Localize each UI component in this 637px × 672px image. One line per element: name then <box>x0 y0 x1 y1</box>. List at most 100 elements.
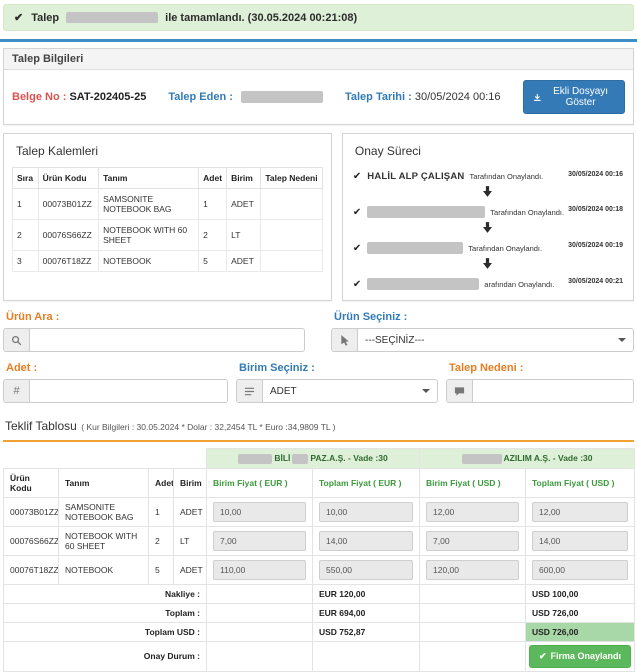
price-input: 7,00 <box>426 531 519 551</box>
talep-kalemleri-title: Talep Kalemleri <box>16 144 319 158</box>
cell-adet: 5 <box>199 251 227 272</box>
price-input: 120,00 <box>426 560 519 580</box>
quantity-icon: # <box>4 380 30 402</box>
cell-adet: 2 <box>149 526 174 555</box>
cell-adet: 5 <box>149 555 174 584</box>
talep-nedeni-input-group <box>446 379 634 403</box>
urun-seciniz-value: ---SEÇİNİZ--- <box>365 335 424 346</box>
talep-eden-label: Talep Eden : <box>168 91 233 103</box>
approval-date: 30/05/2024 00:19 <box>564 242 623 249</box>
birim-seciniz-select[interactable]: ADET <box>263 380 437 402</box>
cell-tanim: NOTEBOOK <box>99 251 199 272</box>
col-talep-nedeni: Talep Nedeni <box>261 168 323 189</box>
approval-step: ✔ HALİL ALP ÇALIŞAN Tarafından Onaylandı… <box>351 167 625 184</box>
col-birim: Birim <box>227 168 261 189</box>
belge-no-field: Belge No : SAT-202405-25 <box>12 91 146 103</box>
teklif-title: Teklif Tablosu <box>5 419 77 433</box>
check-icon: ✔ <box>353 279 361 290</box>
cell-adet: 1 <box>199 189 227 220</box>
col-sira: Sıra <box>13 168 39 189</box>
toplam-usd-eur-col-value: USD 752,87 <box>313 622 420 641</box>
urun-seciniz-label: Ürün Seçiniz : <box>334 311 634 323</box>
alert-text-prefix: Talep <box>31 12 59 24</box>
redacted-vendor-name <box>462 454 502 464</box>
form-row-2: Adet : # Birim Seçiniz : ADET Talep Nede… <box>3 362 634 403</box>
ekli-dosya-button[interactable]: Ekli Dosyayı Göster <box>523 80 625 114</box>
cell-birim: ADET <box>227 251 261 272</box>
talep-kalemleri-panel: Talep Kalemleri Sıra Ürün Kodu Tanım Ade… <box>3 133 332 301</box>
talep-nedeni-field: Talep Nedeni : <box>446 362 634 403</box>
approval-date: 30/05/2024 00:18 <box>564 206 623 213</box>
price-input: 14,00 <box>532 531 628 551</box>
cell-sira: 3 <box>13 251 39 272</box>
col-adet: Adet <box>149 468 174 497</box>
approver-name: HALİL ALP ÇALIŞAN <box>367 171 464 182</box>
adet-input-group: # <box>3 379 228 403</box>
cell-birim: ADET <box>174 555 207 584</box>
redacted-approver-name <box>367 242 463 254</box>
caret-down-icon <box>618 338 626 342</box>
urun-seciniz-field: Ürün Seçiniz : ---SEÇİNİZ--- <box>331 311 634 352</box>
talep-tarihi-field: Talep Tarihi : 30/05/2024 00:16 <box>345 91 501 103</box>
talep-tarihi-label: Talep Tarihi : <box>345 91 412 103</box>
urun-ara-input[interactable] <box>30 329 304 351</box>
col-urun-kodu: Ürün Kodu <box>4 468 59 497</box>
footer-row-toplam: Toplam : EUR 694,00 USD 726,00 <box>4 603 635 622</box>
check-icon: ✔ <box>353 171 361 182</box>
footer-row-toplam-usd: Toplam USD : USD 752,87 USD 726,00 <box>4 622 635 641</box>
adet-input[interactable] <box>30 380 227 402</box>
table-row: 00076S66ZZ NOTEBOOK WITH 60 SHEET 2 LT 7… <box>4 526 635 555</box>
toplam-label: Toplam : <box>4 603 207 622</box>
col-toplam-fiyat-eur: Toplam Fiyat ( EUR ) <box>313 468 420 497</box>
nakliye-label: Nakliye : <box>4 584 207 603</box>
approval-text: Tarafından Onaylandı. <box>469 172 543 181</box>
col-urun-kodu: Ürün Kodu <box>38 168 98 189</box>
check-icon: ✔ <box>14 11 23 24</box>
price-input: 7,00 <box>213 531 306 551</box>
table-row: 00076T18ZZ NOTEBOOK 5 ADET 110,00 550,00… <box>4 555 635 584</box>
cell-talep-nedeni <box>261 189 323 220</box>
talep-bilgileri-title: Talep Bilgileri <box>4 49 633 70</box>
talep-nedeni-input[interactable] <box>473 380 633 402</box>
talep-bilgileri-panel: Talep Bilgileri Belge No : SAT-202405-25… <box>3 48 634 125</box>
cell-tanim: SAMSONITE NOTEBOOK BAG <box>99 189 199 220</box>
price-input: 600,00 <box>532 560 628 580</box>
completion-alert: ✔ Talep ile tamamlandı. (30.05.2024 00:2… <box>3 4 634 31</box>
cell-urun-kodu: 00076S66ZZ <box>4 526 59 555</box>
cell-sira: 1 <box>13 189 39 220</box>
check-icon: ✔ <box>353 243 361 254</box>
price-input: 550,00 <box>319 560 413 580</box>
comment-icon <box>447 380 473 402</box>
belge-no-value: SAT-202405-25 <box>69 91 146 103</box>
col-birim-fiyat-usd: Birim Fiyat ( USD ) <box>420 468 526 497</box>
table-row: 3 00076T18ZZ NOTEBOOK 5 ADET <box>13 251 323 272</box>
urun-ara-input-group <box>3 328 305 352</box>
unit-list-icon <box>237 380 263 402</box>
cell-tanim: NOTEBOOK WITH 60 SHEET <box>99 220 199 251</box>
approval-step: ✔ Tarafından Onaylandı. 30/05/2024 00:18 <box>351 202 625 220</box>
talep-eden-field: Talep Eden : <box>168 91 323 103</box>
adet-field: Adet : # <box>3 362 228 403</box>
kur-bilgileri: ( Kur Bilgileri : 30.05.2024 * Dolar : 3… <box>81 422 335 432</box>
birim-seciniz-field: Birim Seçiniz : ADET <box>236 362 438 403</box>
vendor-1-text-b: PAZ.A.Ş. - Vade :30 <box>310 453 387 463</box>
vendor-header-row: BİLİ PAZ.A.Ş. - Vade :30 AZILIM A.Ş. - Va… <box>4 449 635 469</box>
nakliye-usd-value: USD 100,00 <box>526 584 635 603</box>
firma-onaylandi-button[interactable]: ✔ Firma Onaylandı <box>529 645 631 668</box>
middle-section: Talep Kalemleri Sıra Ürün Kodu Tanım Ade… <box>3 133 634 301</box>
check-icon: ✔ <box>539 651 547 662</box>
vendor-1-text-a: BİLİ <box>274 453 290 463</box>
search-icon <box>4 329 30 351</box>
col-toplam-fiyat-usd: Toplam Fiyat ( USD ) <box>526 468 635 497</box>
download-icon <box>533 92 542 103</box>
table-row: 1 00073B01ZZ SAMSONITE NOTEBOOK BAG 1 AD… <box>13 189 323 220</box>
price-input: 12,00 <box>532 502 628 522</box>
talep-nedeni-label: Talep Nedeni : <box>449 362 634 374</box>
vendor-2-header: AZILIM A.Ş. - Vade :30 <box>420 449 635 469</box>
teklif-table: BİLİ PAZ.A.Ş. - Vade :30 AZILIM A.Ş. - Va… <box>3 448 635 672</box>
approval-text: Tarafından Onaylandı. <box>468 244 542 253</box>
cell-birim: LT <box>174 526 207 555</box>
urun-seciniz-select[interactable]: ---SEÇİNİZ--- <box>358 329 633 351</box>
belge-no-label: Belge No : <box>12 91 66 103</box>
price-input: 14,00 <box>319 531 413 551</box>
